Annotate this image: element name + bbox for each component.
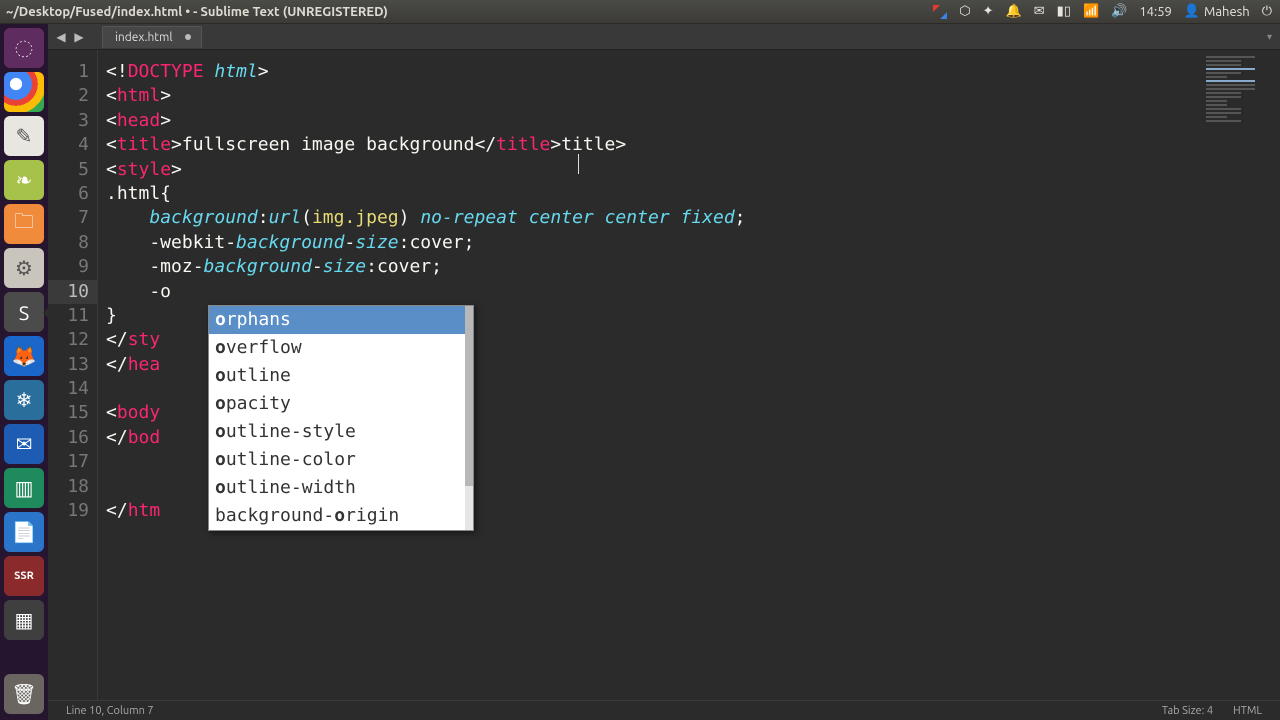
nav-back-button[interactable]: ◀ xyxy=(52,28,70,46)
tray-clock[interactable]: 14:59 xyxy=(1139,5,1172,19)
tray-update-icon[interactable]: ✦ xyxy=(983,4,994,19)
text-cursor xyxy=(578,154,579,174)
autocomplete-item[interactable]: overflow xyxy=(209,334,473,362)
tray-wifi-icon[interactable]: 📶 xyxy=(1083,4,1099,19)
launcher-thunderbird[interactable]: ✉ xyxy=(4,424,44,464)
launcher-firefox[interactable]: 🦊 xyxy=(4,336,44,376)
status-syntax[interactable]: HTML xyxy=(1223,705,1272,717)
autocomplete-item[interactable]: outline-style xyxy=(209,418,473,446)
launcher-trash[interactable]: 🗑 xyxy=(4,674,44,714)
tab-bar: index.html xyxy=(102,26,202,48)
tray-volume-icon[interactable]: 🔊 xyxy=(1111,4,1127,19)
tab-dirty-indicator xyxy=(185,34,191,40)
tab-overflow-button[interactable]: ▾ xyxy=(1267,31,1276,43)
tray-dropbox-icon[interactable]: ⬡ xyxy=(959,4,970,19)
autocomplete-item[interactable]: orphans xyxy=(209,306,473,334)
status-cursor-position: Line 10, Column 7 xyxy=(56,705,164,717)
tab-label: index.html xyxy=(115,31,173,44)
tray-power-icon[interactable]: ⏻ xyxy=(1262,4,1272,19)
status-tab-size[interactable]: Tab Size: 4 xyxy=(1152,705,1223,717)
tray-user[interactable]: 👤 Mahesh xyxy=(1184,4,1250,19)
autocomplete-popup[interactable]: orphansoverflowoutlineopacityoutline-sty… xyxy=(208,305,474,531)
autocomplete-item[interactable]: outline-width xyxy=(209,474,473,502)
tab-index-html[interactable]: index.html xyxy=(102,26,202,48)
tray-bell-icon[interactable]: 🔔 xyxy=(1006,4,1022,19)
launcher-chrome[interactable] xyxy=(4,72,44,112)
autocomplete-scroll-thumb[interactable] xyxy=(465,306,473,486)
desktop-menubar: ~/Desktop/Fused/index.html • - Sublime T… xyxy=(0,0,1280,24)
autocomplete-item[interactable]: outline-color xyxy=(209,446,473,474)
launcher-settings[interactable]: ⚙ xyxy=(4,248,44,288)
tray-mail-icon[interactable]: ✉ xyxy=(1034,4,1045,19)
window-title: ~/Desktop/Fused/index.html • - Sublime T… xyxy=(0,5,388,19)
system-tray: ⬡ ✦ 🔔 ✉ ▮▯ 📶 🔊 14:59 👤 Mahesh ⏻ xyxy=(933,4,1280,19)
launcher-text-editor[interactable]: ✎ xyxy=(4,116,44,156)
launcher-midori[interactable]: ❧ xyxy=(4,160,44,200)
launcher-files[interactable]: 🗀 xyxy=(4,204,44,244)
status-bar: Line 10, Column 7 Tab Size: 4 HTML xyxy=(48,700,1280,720)
minimap[interactable] xyxy=(1206,56,1276,124)
line-gutter: 12345678910111213141516171819 xyxy=(48,50,98,700)
editor-toolbar: ◀ ▶ index.html ▾ xyxy=(48,24,1280,50)
launcher-ssr[interactable]: SSR xyxy=(4,556,44,596)
autocomplete-item[interactable]: background-origin xyxy=(209,502,473,530)
launcher-workspaces[interactable]: ▦ xyxy=(4,600,44,640)
code-area[interactable]: 12345678910111213141516171819 <!DOCTYPE … xyxy=(48,50,1280,700)
unity-launcher: ◌ ✎ ❧ 🗀 ⚙ S 🦊 ❄ ✉ ▥ 📄 SSR ▦ 🗑 xyxy=(0,24,48,720)
launcher-dash[interactable]: ◌ xyxy=(4,28,44,68)
launcher-writer[interactable]: 📄 xyxy=(4,512,44,552)
autocomplete-item[interactable]: outline xyxy=(209,362,473,390)
nav-forward-button[interactable]: ▶ xyxy=(70,28,88,46)
launcher-sublime[interactable]: S xyxy=(4,292,44,332)
tray-color-icon[interactable] xyxy=(933,5,947,19)
launcher-libreoffice[interactable]: ▥ xyxy=(4,468,44,508)
launcher-iceweasel[interactable]: ❄ xyxy=(4,380,44,420)
tray-battery-icon[interactable]: ▮▯ xyxy=(1057,4,1071,19)
sublime-editor: ◀ ▶ index.html ▾ 12345678910111213141516… xyxy=(48,24,1280,720)
autocomplete-item[interactable]: opacity xyxy=(209,390,473,418)
